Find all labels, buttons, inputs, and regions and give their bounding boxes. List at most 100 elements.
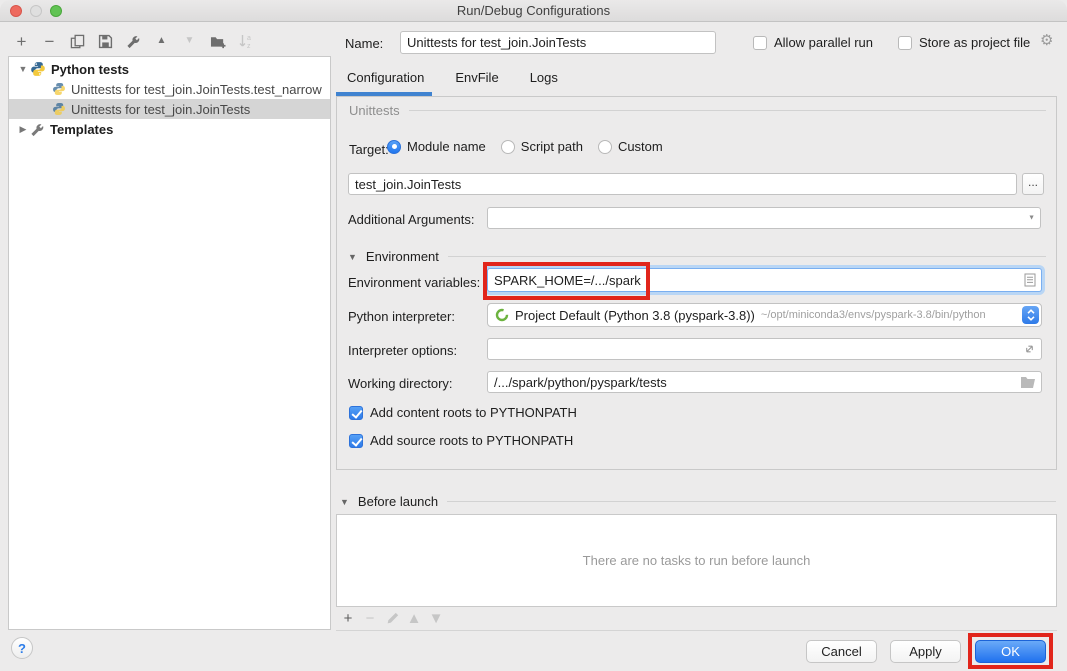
- working-directory-input[interactable]: [488, 372, 1041, 392]
- python-test-icon: [52, 82, 66, 96]
- add-task-icon[interactable]: +: [341, 610, 355, 626]
- tree-node-python-tests[interactable]: ▼ Python tests: [9, 59, 330, 79]
- interpreter-options-label: Interpreter options:: [348, 343, 457, 358]
- copy-configuration-icon[interactable]: [69, 32, 86, 50]
- environment-variables-label: Environment variables:: [348, 275, 480, 290]
- interpreter-options-field: [487, 338, 1042, 360]
- interpreter-path: ~/opt/miniconda3/envs/pyspark-3.8/bin/py…: [761, 309, 986, 321]
- allow-parallel-run-checkbox[interactable]: Allow parallel run: [753, 35, 873, 50]
- environment-group-header[interactable]: ▼ Environment: [348, 249, 1046, 264]
- remove-task-icon: −: [363, 610, 377, 626]
- environment-variables-input[interactable]: [488, 269, 1041, 291]
- working-directory-label: Working directory:: [348, 376, 453, 391]
- new-folder-icon[interactable]: [209, 32, 226, 50]
- add-configuration-icon[interactable]: +: [13, 32, 30, 50]
- python-interpreter-label: Python interpreter:: [348, 309, 455, 324]
- radio-button[interactable]: [387, 140, 401, 154]
- checkbox-box[interactable]: [349, 406, 363, 420]
- expander-collapsed-icon[interactable]: ▶: [16, 124, 30, 135]
- edit-variables-icon[interactable]: [1024, 273, 1036, 287]
- tab-bar: Configuration EnvFile Logs: [347, 70, 558, 85]
- additional-arguments-label: Additional Arguments:: [348, 212, 474, 227]
- remove-configuration-icon[interactable]: −: [41, 32, 58, 50]
- tab-configuration[interactable]: Configuration: [347, 70, 424, 85]
- before-launch-header[interactable]: ▼ Before launch: [340, 494, 1056, 509]
- radio-custom[interactable]: Custom: [598, 139, 663, 154]
- tree-node-label: Python tests: [51, 62, 129, 77]
- environment-variables-field: [487, 268, 1042, 292]
- empty-tasks-message: There are no tasks to run before launch: [583, 553, 811, 568]
- radio-label: Custom: [618, 139, 663, 154]
- checkbox-label: Allow parallel run: [774, 35, 873, 50]
- add-content-roots-checkbox[interactable]: Add content roots to PYTHONPATH: [349, 405, 577, 420]
- apply-button[interactable]: Apply: [890, 640, 961, 663]
- tree-node-jointests-selected[interactable]: Unittests for test_join.JoinTests: [9, 99, 330, 119]
- svg-text:a: a: [247, 35, 251, 42]
- move-task-down-icon: ▼: [429, 610, 443, 626]
- combo-stepper-icon[interactable]: [1022, 306, 1039, 324]
- edit-templates-icon[interactable]: [125, 32, 142, 50]
- checkbox-box[interactable]: [898, 36, 912, 50]
- save-configuration-icon[interactable]: [97, 32, 114, 50]
- gear-icon[interactable]: ⚙: [1040, 33, 1053, 48]
- svg-text:z: z: [247, 43, 251, 49]
- expand-field-icon[interactable]: [1023, 343, 1036, 356]
- tab-logs[interactable]: Logs: [530, 70, 558, 85]
- traffic-lights: [10, 5, 62, 17]
- working-directory-field: [487, 371, 1042, 393]
- checkbox-box[interactable]: [753, 36, 767, 50]
- edit-task-icon: [385, 610, 399, 626]
- additional-arguments-field: ▼: [487, 207, 1041, 229]
- configurations-toolbar: + − ▲ ▼ az: [13, 30, 254, 52]
- radio-script-path[interactable]: Script path: [501, 139, 583, 154]
- python-interpreter-combo[interactable]: Project Default (Python 3.8 (pyspark-3.8…: [487, 303, 1042, 327]
- module-name-input[interactable]: [349, 174, 1016, 194]
- collapse-icon[interactable]: ▼: [340, 497, 349, 507]
- expander-expanded-icon[interactable]: ▼: [16, 64, 30, 74]
- name-input[interactable]: [400, 31, 716, 54]
- add-source-roots-checkbox[interactable]: Add source roots to PYTHONPATH: [349, 433, 573, 448]
- tab-envfile[interactable]: EnvFile: [455, 70, 498, 85]
- before-launch-divider: [336, 630, 1057, 631]
- close-window-button[interactable]: [10, 5, 22, 17]
- radio-button[interactable]: [598, 140, 612, 154]
- ok-button[interactable]: OK: [975, 640, 1046, 663]
- checkbox-box[interactable]: [349, 434, 363, 448]
- target-radio-group: Module name Script path Custom: [387, 139, 663, 154]
- radio-label: Script path: [521, 139, 583, 154]
- checkbox-label: Store as project file: [919, 35, 1030, 50]
- checkbox-label: Add content roots to PYTHONPATH: [370, 405, 577, 420]
- radio-button[interactable]: [501, 140, 515, 154]
- tree-node-label: Templates: [50, 122, 113, 137]
- additional-arguments-input[interactable]: [488, 208, 1040, 228]
- folder-icon[interactable]: [1020, 376, 1036, 389]
- chevron-down-icon[interactable]: ▼: [1028, 215, 1035, 222]
- interpreter-options-input[interactable]: [488, 339, 1041, 359]
- radio-label: Module name: [407, 139, 486, 154]
- before-launch-toolbar: + − ▲ ▼: [341, 610, 443, 626]
- tree-node-label: Unittests for test_join.JoinTests.test_n…: [71, 82, 322, 97]
- move-task-up-icon: ▲: [407, 610, 421, 626]
- tree-node-templates[interactable]: ▶ Templates: [9, 119, 330, 139]
- unittests-group-header: Unittests: [349, 103, 1046, 118]
- module-name-field: [348, 173, 1017, 195]
- help-button[interactable]: ?: [11, 637, 33, 659]
- move-up-icon[interactable]: ▲: [153, 32, 170, 50]
- title-bar: Run/Debug Configurations: [0, 0, 1067, 22]
- store-as-project-file-checkbox[interactable]: Store as project file: [898, 35, 1030, 50]
- python-icon: [30, 61, 46, 77]
- interpreter-name: Project Default (Python 3.8 (pyspark-3.8…: [515, 308, 755, 323]
- collapse-icon[interactable]: ▼: [348, 252, 357, 262]
- radio-module-name[interactable]: Module name: [387, 139, 486, 154]
- python-test-icon: [52, 102, 66, 116]
- zoom-window-button[interactable]: [50, 5, 62, 17]
- checkbox-label: Add source roots to PYTHONPATH: [370, 433, 573, 448]
- target-label: Target:: [349, 142, 389, 157]
- tree-node-label: Unittests for test_join.JoinTests: [71, 102, 250, 117]
- conda-environment-icon: [495, 308, 509, 322]
- name-label: Name:: [345, 36, 383, 51]
- move-down-icon[interactable]: ▼: [181, 32, 198, 50]
- browse-button[interactable]: ...: [1022, 173, 1044, 195]
- tree-node-test-narrow[interactable]: Unittests for test_join.JoinTests.test_n…: [9, 79, 330, 99]
- cancel-button[interactable]: Cancel: [806, 640, 877, 663]
